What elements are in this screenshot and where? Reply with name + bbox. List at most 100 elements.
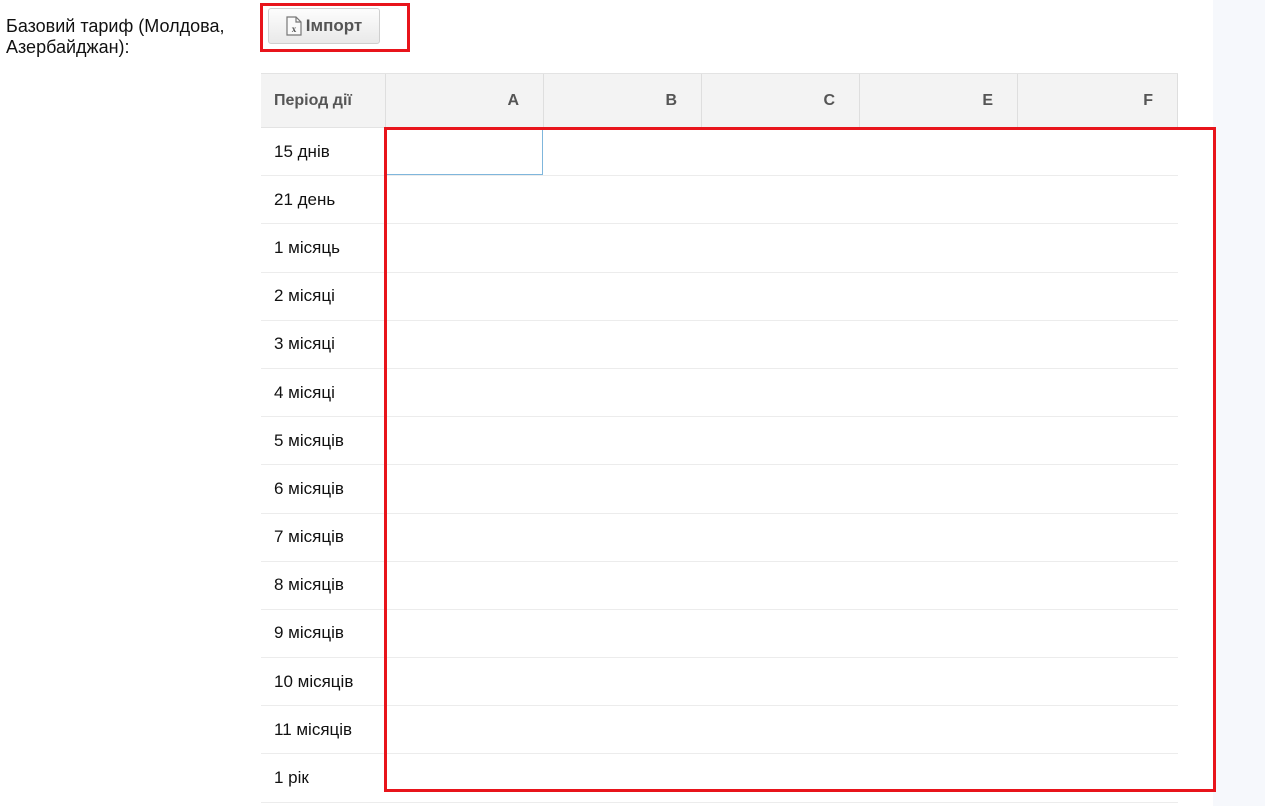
tariff-value-cell[interactable]: [385, 224, 543, 271]
tariff-value-cell[interactable]: [1017, 417, 1175, 464]
tariff-value-cell[interactable]: [859, 417, 1017, 464]
tariff-value-cell[interactable]: [543, 465, 701, 512]
tariff-value-cell[interactable]: [385, 514, 543, 561]
tariff-value-cell[interactable]: [859, 465, 1017, 512]
header-column-a[interactable]: A: [385, 74, 543, 127]
tariff-value-cell[interactable]: [543, 128, 701, 175]
tariff-value-cell[interactable]: [543, 321, 701, 368]
tariff-value-cell[interactable]: [543, 706, 701, 753]
tariff-value-cell[interactable]: [1017, 754, 1175, 801]
tariff-value-cell[interactable]: [859, 562, 1017, 609]
right-side-panel: [1213, 0, 1265, 806]
tariff-value-cell[interactable]: [701, 273, 859, 320]
tariff-value-cell[interactable]: [701, 224, 859, 271]
tariff-value-cell[interactable]: [701, 128, 859, 175]
tariff-value-cell[interactable]: [701, 658, 859, 705]
table-row: 7 місяців: [261, 514, 1178, 562]
tariff-value-cell[interactable]: [385, 273, 543, 320]
tariff-value-cell[interactable]: [701, 754, 859, 801]
period-cell: 15 днів: [261, 128, 385, 176]
tariff-field-label: Базовий тариф (Молдова, Азербайджан):: [6, 16, 256, 58]
tariff-value-cell[interactable]: [859, 610, 1017, 657]
tariff-value-cell[interactable]: [859, 321, 1017, 368]
tariff-value-cell[interactable]: [543, 417, 701, 464]
table-row: 4 місяці: [261, 369, 1178, 418]
tariff-value-cell[interactable]: [859, 706, 1017, 753]
tariff-value-cell[interactable]: [701, 321, 859, 368]
tariff-value-cell[interactable]: [543, 562, 701, 609]
header-column-b[interactable]: B: [543, 74, 701, 127]
tariff-value-cell[interactable]: [1017, 514, 1175, 561]
import-button[interactable]: x Імпорт: [268, 8, 380, 44]
period-cell: 1 рік: [274, 768, 309, 788]
period-cell: 5 місяців: [274, 430, 344, 450]
table-row: 3 місяці: [261, 321, 1178, 369]
tariff-value-cell[interactable]: [859, 514, 1017, 561]
tariff-value-cell[interactable]: [385, 610, 543, 657]
table-row: 5 місяців: [261, 417, 1178, 466]
tariff-value-cell[interactable]: [1017, 128, 1175, 175]
period-cell: 1 місяць: [274, 237, 340, 257]
tariff-value-cell[interactable]: [701, 176, 859, 223]
tariff-value-cell[interactable]: [543, 658, 701, 705]
tariff-value-cell[interactable]: [1017, 176, 1175, 223]
header-column-f[interactable]: F: [1017, 74, 1178, 127]
tariff-value-cell[interactable]: [543, 273, 701, 320]
tariff-value-cell[interactable]: [701, 417, 859, 464]
tariff-value-cell[interactable]: [1017, 273, 1175, 320]
period-cell: 2 місяці: [274, 286, 335, 306]
tariff-value-cell[interactable]: [1017, 658, 1175, 705]
tariff-value-cell[interactable]: [543, 369, 701, 416]
grid-header: Період дії A B C E F: [261, 73, 1178, 128]
tariff-value-cell[interactable]: [385, 754, 543, 801]
tariff-value-cell[interactable]: [701, 706, 859, 753]
tariff-value-cell[interactable]: [859, 224, 1017, 271]
tariff-value-cell[interactable]: [701, 610, 859, 657]
tariff-value-cell[interactable]: [385, 465, 543, 512]
tariff-value-cell[interactable]: [859, 658, 1017, 705]
tariff-value-cell[interactable]: [385, 706, 543, 753]
tariff-value-cell[interactable]: [859, 754, 1017, 801]
tariff-value-cell[interactable]: [385, 562, 543, 609]
tariff-value-cell[interactable]: [543, 514, 701, 561]
tariff-value-cell[interactable]: [385, 128, 543, 176]
page: Базовий тариф (Молдова, Азербайджан): x …: [0, 0, 1265, 806]
tariff-value-cell[interactable]: [543, 224, 701, 271]
tariff-value-cell[interactable]: [543, 176, 701, 223]
tariff-value-cell[interactable]: [859, 128, 1017, 175]
tariff-value-cell[interactable]: [859, 176, 1017, 223]
tariff-grid: Період дії A B C E F 15 днів 21 день 1 міс…: [261, 73, 1178, 803]
tariff-value-cell[interactable]: [543, 610, 701, 657]
tariff-value-cell[interactable]: [859, 369, 1017, 416]
tariff-value-cell[interactable]: [701, 562, 859, 609]
tariff-value-cell[interactable]: [1017, 465, 1175, 512]
table-row: 9 місяців: [261, 610, 1178, 659]
tariff-value-cell[interactable]: [701, 369, 859, 416]
period-cell: 21 день: [274, 189, 336, 209]
header-period[interactable]: Період дії: [261, 74, 385, 127]
tariff-value-cell[interactable]: [1017, 224, 1175, 271]
tariff-value-cell[interactable]: [859, 273, 1017, 320]
tariff-value-cell[interactable]: [385, 369, 543, 416]
period-cell: 9 місяців: [274, 623, 344, 643]
header-column-e[interactable]: E: [859, 74, 1017, 127]
tariff-value-cell[interactable]: [701, 514, 859, 561]
tariff-value-cell[interactable]: [1017, 369, 1175, 416]
svg-text:x: x: [292, 24, 297, 34]
tariff-value-cell[interactable]: [385, 658, 543, 705]
tariff-label-line2: Азербайджан):: [6, 37, 130, 57]
tariff-value-cell[interactable]: [1017, 610, 1175, 657]
tariff-value-cell[interactable]: [543, 754, 701, 801]
tariff-value-cell[interactable]: [385, 417, 543, 464]
period-cell: 7 місяців: [274, 527, 344, 547]
table-row: 21 день: [261, 176, 1178, 225]
tariff-value-cell[interactable]: [1017, 562, 1175, 609]
tariff-value-cell[interactable]: [701, 465, 859, 512]
tariff-value-cell[interactable]: [1017, 321, 1175, 368]
tariff-value-cell[interactable]: [385, 321, 543, 368]
table-row: 2 місяці: [261, 273, 1178, 321]
tariff-value-cell[interactable]: [1017, 706, 1175, 753]
period-cell: 4 місяці: [274, 382, 335, 402]
tariff-value-cell[interactable]: [385, 176, 543, 223]
header-column-c[interactable]: C: [701, 74, 859, 127]
